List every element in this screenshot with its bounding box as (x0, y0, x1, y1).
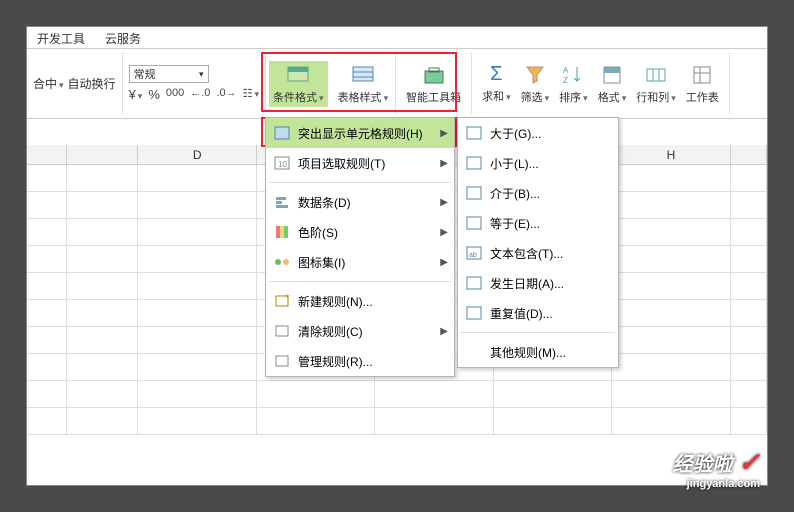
conditional-format-button[interactable]: 条件格式 (269, 61, 328, 107)
toolbox-icon (422, 63, 446, 87)
ribbon: 合中 自动换行 常规▾ ¥ % 000 ←.0 .0→ ☷ 条件格式 表格样式 (27, 49, 767, 119)
check-icon: ✓ (738, 447, 760, 477)
dup-icon (466, 305, 482, 321)
menu-iconsets[interactable]: 图标集(I)▶ (266, 247, 454, 277)
funnel-icon (523, 63, 547, 87)
rowcol-icon (644, 63, 668, 87)
group-toolbox: 智能工具箱 (396, 53, 472, 114)
eq-icon (466, 215, 482, 231)
conditional-format-icon (286, 63, 310, 87)
manage-icon (274, 353, 290, 369)
clear-icon (274, 323, 290, 339)
table-style-button[interactable]: 表格样式 (334, 61, 393, 107)
iconset-icon (274, 254, 290, 270)
decrease-decimal-button[interactable]: .0→ (216, 87, 236, 102)
currency-button[interactable]: ¥ (129, 87, 143, 102)
colorscale-icon (274, 224, 290, 240)
svg-text:A: A (563, 66, 569, 75)
sheet-button[interactable]: 工作表 (682, 61, 723, 107)
col-h[interactable]: H (612, 145, 730, 164)
text-icon: ab (466, 245, 482, 261)
format-painter-button[interactable]: ☷ (243, 87, 259, 102)
menu-less-than[interactable]: 小于(L)... (458, 148, 618, 178)
tab-cloud[interactable]: 云服务 (95, 27, 151, 48)
sigma-icon: Σ (490, 63, 502, 86)
merge-center-button[interactable]: 合中 (33, 75, 64, 92)
sheet-icon (690, 63, 714, 87)
menu-colorscales[interactable]: 色阶(S)▶ (266, 217, 454, 247)
number-format-combo[interactable]: 常规▾ (129, 65, 209, 83)
smart-toolbox-button[interactable]: 智能工具箱 (402, 61, 465, 107)
sort-icon: AZ (561, 63, 585, 87)
highlight-icon (274, 125, 290, 141)
between-icon (466, 185, 482, 201)
sort-button[interactable]: AZ 排序 (555, 61, 592, 107)
databar-icon (274, 194, 290, 210)
group-editing: Σ 求和 筛选 AZ 排序 格式 行和列 工作表 (472, 53, 730, 114)
menu-top-rules[interactable]: 10 项目选取规则(T)▶ (266, 148, 454, 178)
tab-devtools[interactable]: 开发工具 (27, 27, 95, 48)
menu-databars[interactable]: 数据条(D)▶ (266, 187, 454, 217)
col-d[interactable]: D (138, 145, 256, 164)
menu-manage-rules[interactable]: 管理规则(R)... (266, 346, 454, 376)
menu-highlight-rules[interactable]: 突出显示单元格规则(H)▶ (266, 118, 454, 148)
filter-button[interactable]: 筛选 (517, 61, 554, 107)
menu-between[interactable]: 介于(B)... (458, 178, 618, 208)
sum-button[interactable]: Σ 求和 (478, 61, 515, 106)
svg-text:10: 10 (278, 160, 287, 169)
svg-text:✶: ✶ (284, 293, 290, 301)
percent-button[interactable]: % (148, 87, 160, 102)
table-style-icon (351, 63, 375, 87)
newrule-icon: ✶ (274, 293, 290, 309)
menu-other-rules[interactable]: 其他规则(M)... (458, 337, 618, 367)
menu-text-contains[interactable]: ab 文本包含(T)... (458, 238, 618, 268)
gt-icon (466, 125, 482, 141)
watermark: 经验啦 ✓ jingyanla.com (673, 447, 760, 490)
group-align: 合中 自动换行 (27, 53, 123, 114)
group-number: 常规▾ ¥ % 000 ←.0 .0→ ☷ (123, 53, 266, 114)
menu-new-rule[interactable]: ✶ 新建规则(N)... (266, 286, 454, 316)
svg-text:Z: Z (563, 76, 568, 85)
menu-equal[interactable]: 等于(E)... (458, 208, 618, 238)
ribbon-tabs: 开发工具 云服务 (27, 27, 767, 49)
format-button[interactable]: 格式 (594, 61, 631, 107)
menu-greater-than[interactable]: 大于(G)... (458, 118, 618, 148)
menu-date[interactable]: 发生日期(A)... (458, 268, 618, 298)
highlight-rules-submenu: 大于(G)... 小于(L)... 介于(B)... 等于(E)... ab 文… (457, 117, 619, 368)
increase-decimal-button[interactable]: ←.0 (190, 87, 210, 102)
group-styles: 条件格式 表格样式 (266, 53, 396, 114)
wrap-text-button[interactable]: 自动换行 (68, 75, 116, 92)
app-window: 开发工具 云服务 合中 自动换行 常规▾ ¥ % 000 ←.0 .0→ ☷ 条 (26, 26, 768, 486)
comma-style-button[interactable]: 000 (166, 87, 184, 102)
lt-icon (466, 155, 482, 171)
date-icon (466, 275, 482, 291)
rowcol-button[interactable]: 行和列 (632, 61, 680, 107)
svg-text:ab: ab (469, 252, 477, 259)
menu-duplicate[interactable]: 重复值(D)... (458, 298, 618, 328)
format-icon (600, 63, 624, 87)
conditional-format-menu: 突出显示单元格规则(H)▶ 10 项目选取规则(T)▶ 数据条(D)▶ 色阶(S… (265, 117, 455, 377)
menu-clear-rules[interactable]: 清除规则(C)▶ (266, 316, 454, 346)
top-rules-icon: 10 (274, 155, 290, 171)
